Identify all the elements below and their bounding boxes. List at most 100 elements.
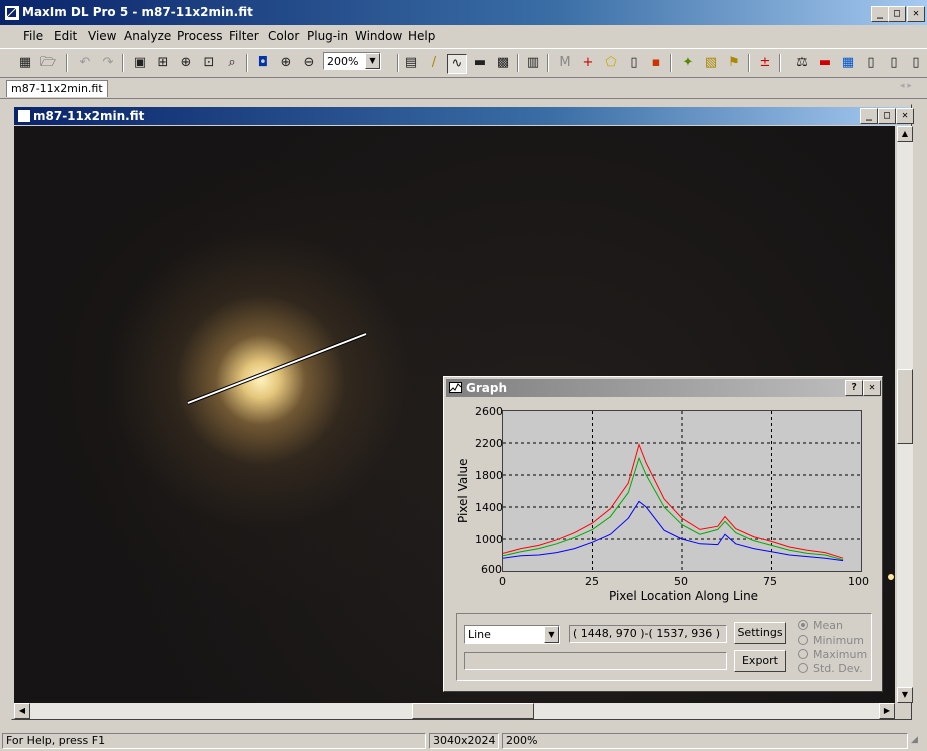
chevron-down-icon[interactable]: ▼ <box>544 626 559 643</box>
x-axis-label: Pixel Location Along Line <box>609 589 759 603</box>
color-bar-icon[interactable]: ▬ <box>816 54 834 72</box>
zoom-out-icon[interactable]: ⊖ <box>300 54 318 72</box>
camera-icon[interactable]: ▪ <box>647 54 665 72</box>
balance-icon[interactable]: ⚖ <box>793 54 811 72</box>
mark-icon[interactable]: M <box>556 54 574 72</box>
menu-plugin[interactable]: Plug-in <box>307 29 348 43</box>
zoom-select-value: 200% <box>327 55 359 68</box>
radio-minimum[interactable]: Minimum <box>798 634 864 647</box>
y-tick-label: 2200 <box>475 437 503 450</box>
vertical-scrollbar[interactable]: ▲ ▼ <box>897 126 913 703</box>
radio-std-dev[interactable]: Std. Dev. <box>798 662 863 675</box>
chevron-down-icon[interactable]: ▼ <box>365 53 380 69</box>
plot-area <box>502 410 862 572</box>
menu-color[interactable]: Color <box>268 29 299 43</box>
redo-icon[interactable]: ↷ <box>99 54 117 72</box>
vertical-scroll-thumb[interactable] <box>897 369 913 444</box>
line-tool-icon[interactable]: / <box>425 54 443 72</box>
radio-dot <box>798 620 808 630</box>
image-window-titlebar: m87-11x2min.fit _ □ ✕ <box>14 107 914 125</box>
value-readout-field <box>464 652 727 670</box>
star-icon[interactable]: ✦ <box>679 54 697 72</box>
graph-mode-value: Line <box>468 628 491 641</box>
x-tick-label: 25 <box>585 575 599 588</box>
y-tick-label: 2600 <box>475 405 503 418</box>
crop-icon[interactable]: ⊞ <box>154 54 172 72</box>
undo-icon[interactable]: ↶ <box>76 54 94 72</box>
color-grid-icon[interactable]: ▦ <box>839 54 857 72</box>
zoom-window-icon[interactable]: ⌕ <box>223 54 241 72</box>
center-icon[interactable]: ⊕ <box>177 54 195 72</box>
menu-edit[interactable]: Edit <box>54 29 77 43</box>
app-logo-icon <box>4 5 20 21</box>
properties-icon[interactable]: ⊡ <box>200 54 218 72</box>
zoom-select[interactable]: 200% ▼ <box>323 52 381 70</box>
scroll-left-icon[interactable]: ◀ <box>14 703 30 719</box>
document-tabs: m87-11x2min.fit ◂ ▸ <box>0 78 927 99</box>
close-button[interactable]: ✕ <box>907 6 925 22</box>
graph-mode-select[interactable]: Line ▼ <box>464 625 560 644</box>
pentagon-icon[interactable]: ⬠ <box>602 54 620 72</box>
layers-icon[interactable]: ▩ <box>494 54 512 72</box>
screen-stretch-icon[interactable]: ▣ <box>131 54 149 72</box>
image-maximize-button[interactable]: □ <box>878 108 896 124</box>
settings-button[interactable]: Settings <box>734 622 786 644</box>
binary-icon[interactable]: ▯ <box>625 54 643 72</box>
document-edit-icon[interactable]: ▯ <box>907 54 925 72</box>
folder-flag-icon[interactable]: ⚑ <box>725 54 743 72</box>
graph-close-button[interactable]: ✕ <box>863 380 881 396</box>
histogram-icon[interactable]: ▬ <box>471 54 489 72</box>
profile-line <box>187 333 367 404</box>
menu-analyze[interactable]: Analyze <box>124 29 171 43</box>
radio-mean[interactable]: Mean <box>798 619 843 632</box>
horizontal-scrollbar[interactable]: ◀ ▶ <box>14 703 895 719</box>
graph-window: Graph ? ✕ 2600 2200 1800 1400 1000 600 0… <box>443 376 883 692</box>
graph-titlebar[interactable]: Graph ? ✕ <box>446 379 881 397</box>
image-minimize-button[interactable]: _ <box>860 108 878 124</box>
image-close-button[interactable]: ✕ <box>896 108 914 124</box>
radio-maximum[interactable]: Maximum <box>798 648 867 661</box>
graph-window-icon <box>449 382 462 393</box>
menu-view[interactable]: View <box>88 29 116 43</box>
y-tick-label: 1800 <box>475 469 503 482</box>
crosshair-icon[interactable]: + <box>579 54 597 72</box>
scroll-right-icon[interactable]: ▶ <box>879 703 895 719</box>
horizontal-scroll-thumb[interactable] <box>412 703 534 719</box>
toolbar-separator <box>397 54 399 72</box>
resize-grip-icon[interactable]: ◢ <box>911 735 918 745</box>
menu-file[interactable]: File <box>23 29 43 43</box>
graph-icon[interactable]: ∿ <box>447 54 467 74</box>
scroll-up-icon[interactable]: ▲ <box>897 126 913 142</box>
information-icon[interactable]: ▤ <box>402 54 420 72</box>
zoom-in-icon[interactable]: ⊕ <box>277 54 295 72</box>
status-help-text: For Help, press F1 <box>2 733 426 749</box>
app-title: MaxIm DL Pro 5 - m87-11x2min.fit <box>22 5 253 19</box>
series-line-0 <box>503 443 844 559</box>
y-axis-label: Pixel Value <box>456 458 470 523</box>
graph-help-button[interactable]: ? <box>845 380 863 396</box>
export-button[interactable]: Export <box>734 650 786 672</box>
toolbar-separator <box>517 54 519 72</box>
open-file-icon[interactable]: ▦ <box>16 54 34 72</box>
document-icon[interactable]: ▯ <box>862 54 880 72</box>
print-icon[interactable]: ▥ <box>524 54 542 72</box>
tab-m87[interactable]: m87-11x2min.fit <box>6 80 108 97</box>
document-arrow-icon[interactable]: ▯ <box>885 54 903 72</box>
maximize-button[interactable]: □ <box>888 6 906 22</box>
math-icon[interactable]: ± <box>756 54 774 72</box>
radio-dot <box>798 649 808 659</box>
menu-window[interactable]: Window <box>355 29 402 43</box>
menu-process[interactable]: Process <box>177 29 223 43</box>
menu-help[interactable]: Help <box>408 29 435 43</box>
menu-filter[interactable]: Filter <box>229 29 259 43</box>
open-folder-icon[interactable]: 🗁 <box>39 54 57 72</box>
toolbar: ▦ 🗁 ↶ ↷ ▣ ⊞ ⊕ ⊡ ⌕ ◘ ⊕ ⊖ ▤ / ∿ ▬ ▩ ▥ M + … <box>0 48 927 78</box>
fit-window-icon[interactable]: ◘ <box>254 54 272 72</box>
statusbar: For Help, press F1 3040x2024 200% ◢ <box>0 731 927 751</box>
line-chart <box>503 411 861 571</box>
folder-stack-icon[interactable]: ▧ <box>702 54 720 72</box>
minimize-button[interactable]: _ <box>871 6 889 22</box>
scroll-down-icon[interactable]: ▼ <box>897 687 913 703</box>
tab-scroll-icon[interactable]: ◂ ▸ <box>900 81 912 91</box>
image-window-title: m87-11x2min.fit <box>33 109 145 123</box>
